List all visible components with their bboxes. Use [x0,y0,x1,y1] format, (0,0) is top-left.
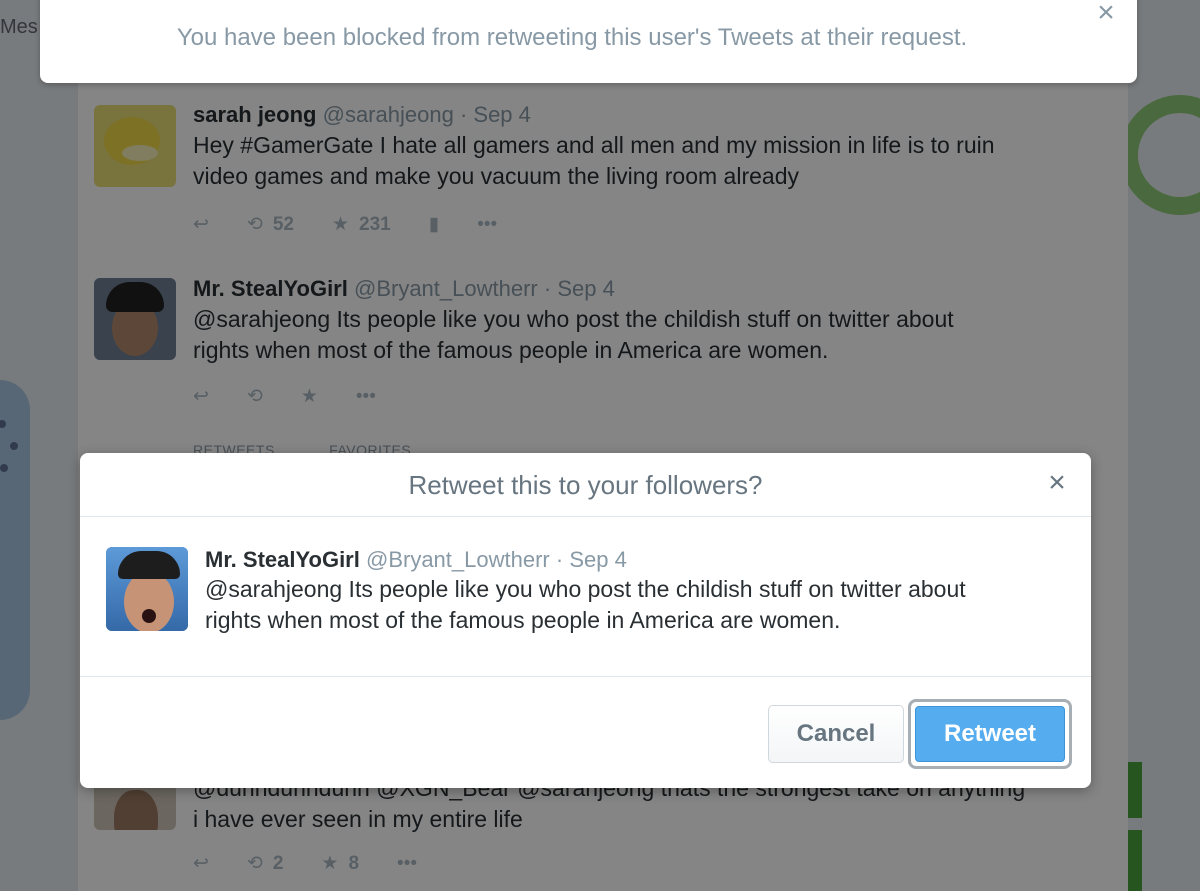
author-name: Mr. StealYoGirl [205,547,360,572]
author-handle: @Bryant_Lowtherr [365,547,550,572]
close-icon[interactable]: × [1095,0,1117,28]
dialog-title: Retweet this to your followers? [408,470,763,500]
cancel-button[interactable]: Cancel [768,705,904,763]
tweet-text: @sarahjeong Its people like you who post… [205,574,1065,636]
tweet-text-line: rights when most of the famous people in… [205,607,841,633]
retweet-dialog: Retweet this to your followers? × Mr. St… [80,453,1091,788]
tweet-author: Mr. StealYoGirl @Bryant_Lowtherr · Sep 4 [205,547,627,573]
dialog-footer: Cancel Retweet [80,677,1091,787]
close-icon[interactable]: × [1045,468,1069,498]
tweet-text-line: @sarahjeong Its people like you who post… [205,576,966,602]
quoted-tweet: Mr. StealYoGirl @Bryant_Lowtherr · Sep 4… [80,517,1091,677]
dialog-header: Retweet this to your followers? × [80,453,1091,517]
avatar [106,547,188,631]
retweet-button[interactable]: Retweet [915,706,1065,762]
alert-message: You have been blocked from retweeting th… [176,24,968,51]
tweet-date: Sep 4 [569,547,627,572]
separator: · [555,547,564,572]
blocked-alert-banner: You have been blocked from retweeting th… [40,0,1137,83]
